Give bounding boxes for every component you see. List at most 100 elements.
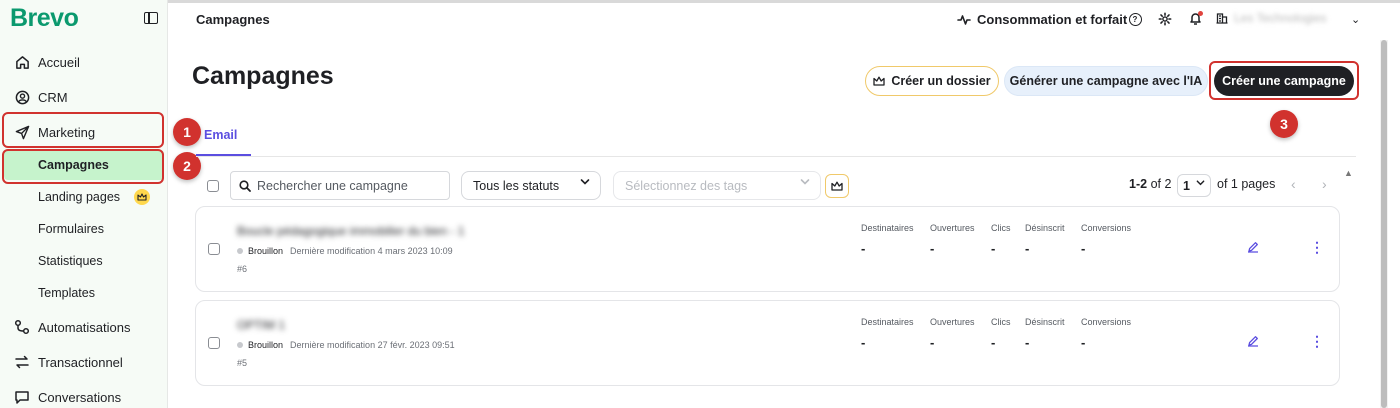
premium-crown-icon [873,76,885,86]
pagination-total: of 2 [1150,177,1172,191]
tags-filter-select[interactable]: Sélectionnez des tags [613,171,821,200]
account-menu[interactable]: Les Technologies [1216,11,1327,25]
sidebar-subitem-templates[interactable]: Templates [0,279,168,307]
create-folder-button[interactable]: Créer un dossier [865,66,999,96]
pagination-range: 1-2 [1129,177,1148,191]
chevron-down-icon [800,178,810,189]
topbar-title: Campagnes [196,12,270,27]
metric-value-desinscrit: - [1025,335,1030,350]
sidebar-subitem-label: Formulaires [38,222,104,236]
sidebar-item-conversations[interactable]: Conversations [0,382,168,408]
notifications-bell-icon[interactable] [1187,11,1203,27]
sidebar-collapse-icon[interactable] [144,12,158,24]
brevo-logo[interactable]: Brevo [10,4,79,33]
sidebar-item-automatisations[interactable]: Automatisations [0,312,168,342]
metric-value-destinataires: - [861,335,866,350]
scrollbar-thumb[interactable] [1381,40,1387,408]
page-number-select[interactable]: 1 [1177,174,1211,197]
campaign-checkbox[interactable] [208,337,220,349]
metric-value-ouvertures: - [930,241,935,256]
last-modified: Dernière modification 4 mars 2023 10:09 [290,246,453,256]
campaign-checkbox[interactable] [208,243,220,255]
sidebar-item-transactionnel[interactable]: Transactionnel [0,347,168,377]
sidebar-item-label: Accueil [38,54,80,70]
metric-label-desinscrit: Désinscrit [1025,317,1065,327]
account-chevron-icon[interactable]: ⌄ [1351,13,1360,26]
tags-filter-placeholder: Sélectionnez des tags [625,178,748,193]
sidebar-item-label: CRM [38,89,68,105]
step-marker-3: 3 [1270,110,1298,138]
scroll-up-arrow-icon[interactable]: ▲ [1344,168,1353,178]
campaign-card[interactable]: Boucle pédagogique immobilier du bien - … [195,206,1340,292]
help-icon[interactable]: ? [1127,11,1143,27]
campaign-name[interactable]: OPTIM 1 [237,318,285,332]
chevron-down-icon [580,178,590,189]
edit-pencil-icon[interactable] [1247,241,1259,256]
more-options-icon[interactable]: ⋮ [1310,239,1324,256]
home-icon [14,54,30,70]
status-filter-select[interactable]: Tous les statuts [461,171,601,200]
chat-icon [14,389,30,405]
last-modified: Dernière modification 27 févr. 2023 09:5… [290,340,455,350]
metric-value-destinataires: - [861,241,866,256]
sidebar-subitem-label: Statistiques [38,254,103,268]
window-top-border [0,0,1400,3]
tab-divider [196,156,1356,157]
building-icon [1216,13,1228,24]
campaign-id: #6 [237,264,248,274]
metric-label-destinataires: Destinataires [861,223,914,233]
campaign-card[interactable]: OPTIM 1 Brouillon Dernière modification … [195,300,1340,386]
edit-pencil-icon[interactable] [1247,335,1259,350]
sidebar: Brevo Accueil CRM Marketing Campagnes La… [0,0,168,408]
metric-value-ouvertures: - [930,335,935,350]
metric-value-clics: - [991,241,996,256]
metric-value-desinscrit: - [1025,241,1030,256]
metric-label-conversions: Conversions [1081,223,1132,233]
status-dot [237,248,243,254]
sidebar-item-accueil[interactable]: Accueil [0,47,168,77]
sidebar-subitem-label: Templates [38,286,95,300]
current-page: 1 [1183,178,1190,193]
search-box [230,171,450,200]
sidebar-subitem-formulaires[interactable]: Formulaires [0,215,168,243]
arrows-icon [14,354,30,370]
next-page-icon[interactable]: › [1322,176,1327,192]
more-options-icon[interactable]: ⋮ [1310,333,1324,350]
metric-label-ouvertures: Ouvertures [930,317,975,327]
sidebar-item-crm[interactable]: CRM [0,82,168,112]
settings-gear-icon[interactable] [1157,11,1173,27]
tab-email[interactable]: Email [204,128,237,142]
highlight-marketing [2,112,164,148]
premium-crown-icon [831,181,843,191]
campaign-id: #5 [237,358,248,368]
metric-label-destinataires: Destinataires [861,317,914,327]
chevron-down-icon [1196,179,1205,189]
metric-label-conversions: Conversions [1081,317,1132,327]
premium-tags-button[interactable] [825,174,849,198]
campaign-name[interactable]: Boucle pédagogique immobilier du bien - … [237,224,464,238]
previous-page-icon[interactable]: ‹ [1291,176,1296,192]
consumption-label: Consommation et forfait [977,12,1128,27]
search-input[interactable] [257,178,447,193]
sidebar-item-label: Transactionnel [38,354,123,370]
activity-icon [957,14,971,25]
generate-ai-campaign-button[interactable]: Générer une campagne avec l'IA [1004,66,1208,96]
select-all-checkbox[interactable] [207,180,219,192]
metric-value-conversions: - [1081,241,1086,256]
account-name: Les Technologies [1234,11,1327,25]
status-label: Brouillon [248,340,284,350]
sidebar-subitem-landing-pages[interactable]: Landing pages [0,183,168,211]
notification-dot [1198,11,1203,16]
metric-value-conversions: - [1081,335,1086,350]
consumption-link[interactable]: Consommation et forfait [957,12,1127,27]
step-marker-1: 1 [173,118,201,146]
create-campaign-button[interactable]: Créer une campagne [1214,66,1354,96]
automation-icon [14,319,30,335]
contacts-icon [14,89,30,105]
sidebar-item-label: Automatisations [38,319,131,335]
status-filter-value: Tous les statuts [473,178,560,193]
search-icon [239,179,251,192]
sidebar-subitem-statistiques[interactable]: Statistiques [0,247,168,275]
metric-label-ouvertures: Ouvertures [930,223,975,233]
page-title: Campagnes [192,62,334,90]
